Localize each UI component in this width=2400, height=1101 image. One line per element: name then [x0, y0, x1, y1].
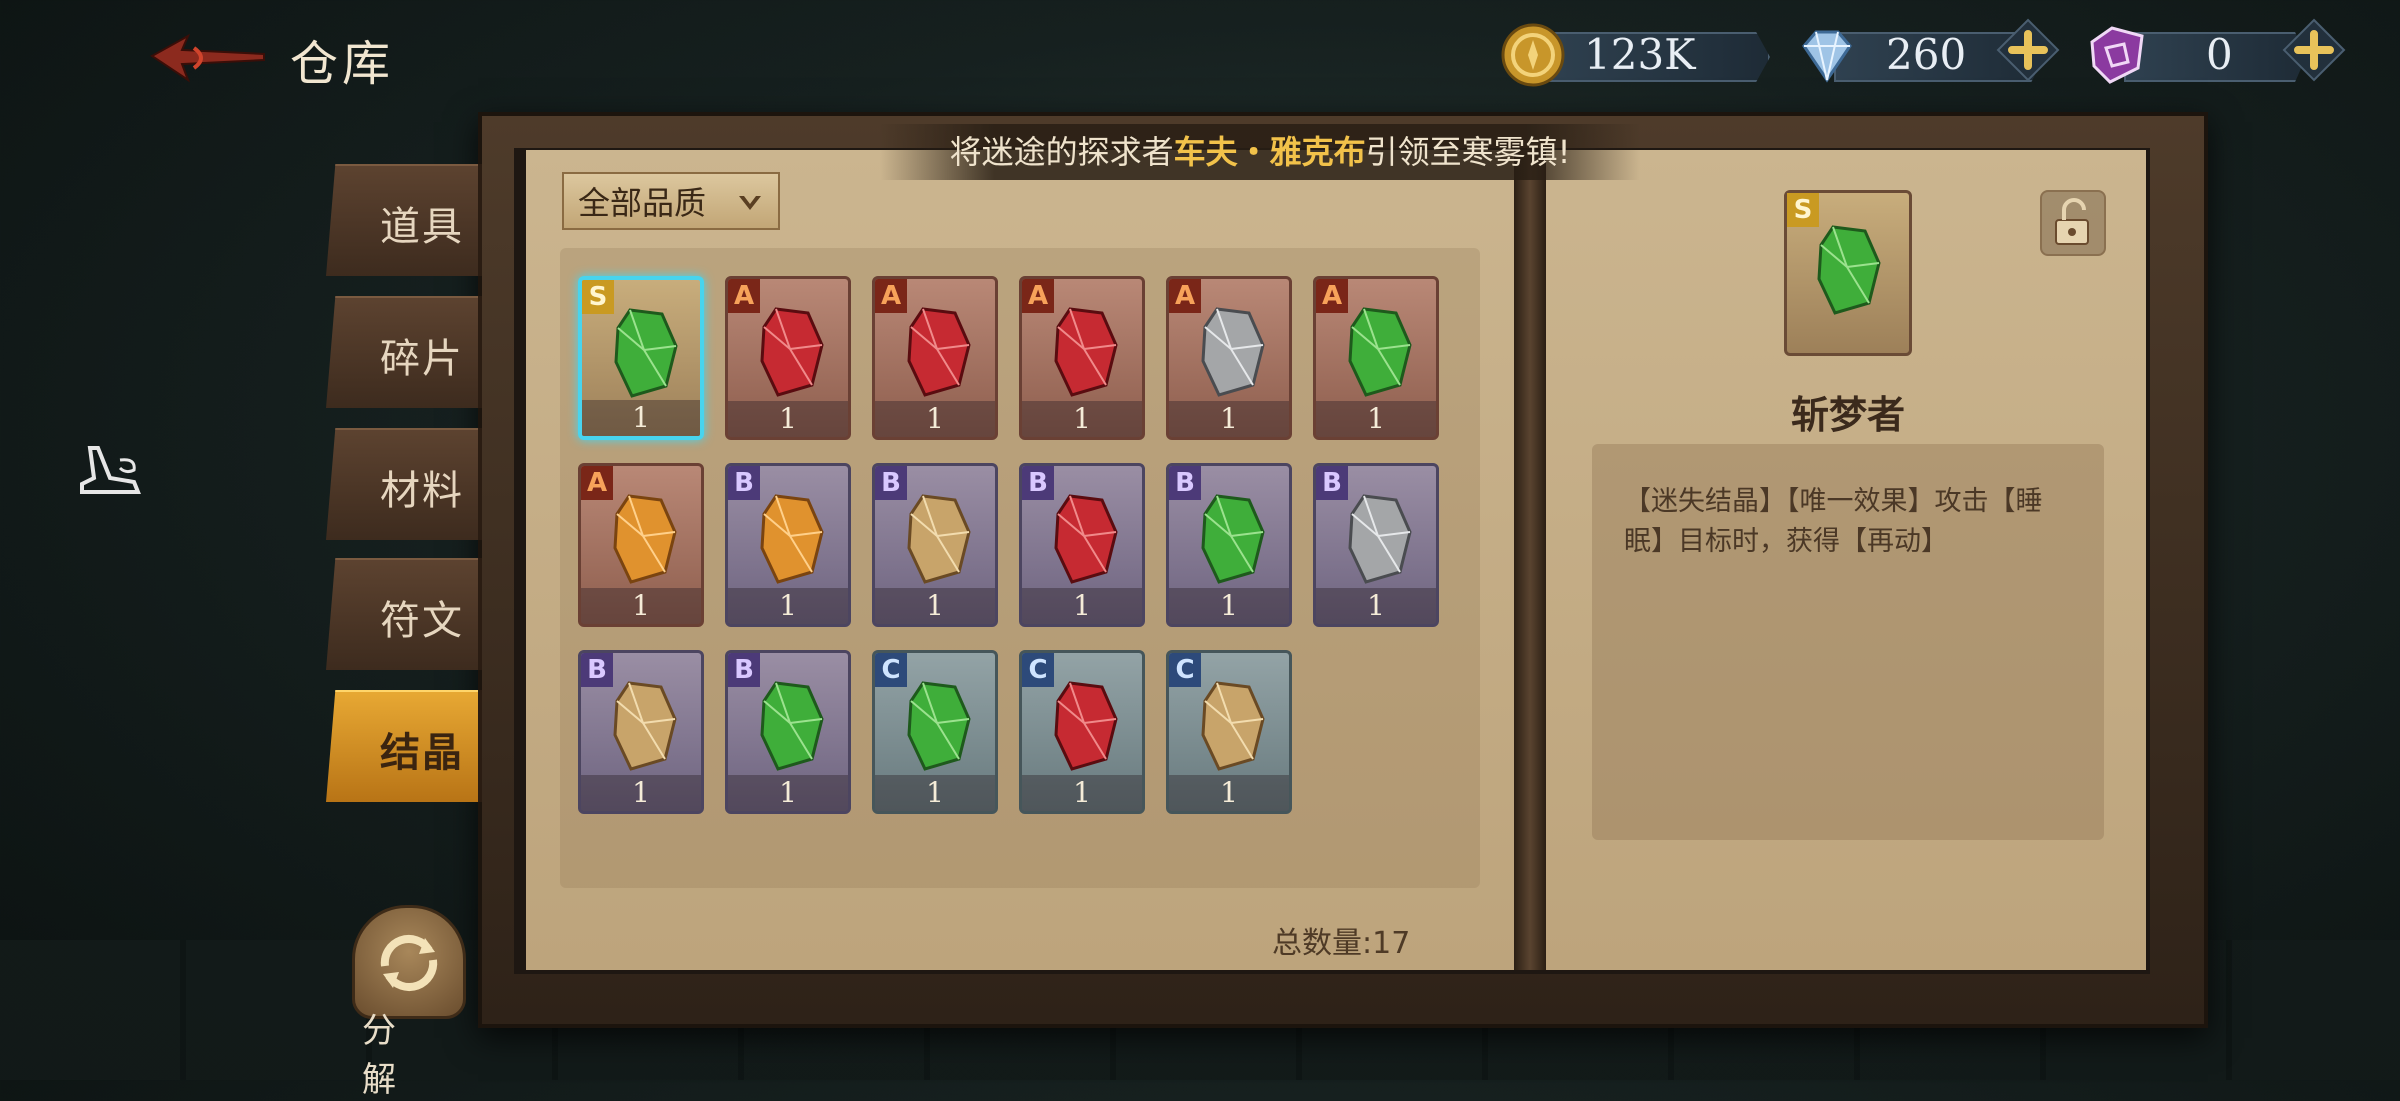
decompose-circle	[352, 905, 466, 1019]
tab-materials[interactable]: 材料	[326, 428, 482, 540]
red-crystal-icon	[1054, 307, 1118, 397]
item-count: 1	[1022, 588, 1142, 624]
crystal-card[interactable]: A1	[578, 463, 704, 627]
chevron-down-icon	[739, 196, 761, 210]
crystal-card[interactable]: B1	[725, 463, 851, 627]
tab-label: 材料	[380, 468, 464, 514]
item-count: 1	[875, 588, 995, 624]
crystal-card[interactable]: B1	[725, 650, 851, 814]
item-count: 1	[1316, 401, 1436, 437]
item-count: 1	[728, 401, 848, 437]
tab-runes[interactable]: 符文	[326, 558, 482, 670]
quality-filter-dropdown[interactable]: 全部品质	[562, 172, 780, 230]
gold-value: 123K	[1584, 30, 1696, 79]
crystal-card[interactable]: C1	[872, 650, 998, 814]
item-count: 1	[1022, 775, 1142, 811]
detail-item-card: S	[1784, 190, 1912, 356]
lock-toggle-button[interactable]	[2040, 190, 2106, 256]
green-crystal-icon	[760, 681, 824, 771]
decompose-button[interactable]: 分 解	[352, 905, 466, 1100]
banner-highlight: 车夫・雅克布	[1173, 133, 1366, 171]
item-count: 1	[581, 775, 701, 811]
green-crystal-icon	[1348, 307, 1412, 397]
back-button[interactable]	[148, 28, 268, 88]
diamond-value: 260	[1886, 30, 1967, 79]
red-crystal-icon	[907, 307, 971, 397]
tan-crystal-icon	[907, 494, 971, 584]
crystal-card[interactable]: C1	[1166, 650, 1292, 814]
currency-gold: 123K	[1500, 18, 1770, 90]
book-spine	[1514, 150, 1546, 970]
plus-icon	[2282, 18, 2346, 82]
tan-crystal-icon	[1201, 681, 1265, 771]
tab-label: 碎片	[380, 336, 464, 382]
tab-crystals[interactable]: 结晶	[326, 690, 482, 802]
crystal-card[interactable]: A1	[872, 276, 998, 440]
speed-boot-icon[interactable]	[76, 440, 144, 500]
back-arrow-icon	[150, 33, 265, 83]
tab-label: 道具	[380, 204, 464, 250]
red-crystal-icon	[760, 307, 824, 397]
item-count: 1	[875, 401, 995, 437]
crystal-card[interactable]: C1	[1019, 650, 1145, 814]
orange-crystal-icon	[613, 494, 677, 584]
item-count: 1	[1169, 588, 1289, 624]
crystal-card[interactable]: A1	[1019, 276, 1145, 440]
diamond-icon	[1802, 30, 1852, 83]
crystal-card[interactable]: B1	[1313, 463, 1439, 627]
plus-icon	[1996, 18, 2060, 82]
add-purple-button[interactable]	[2282, 18, 2346, 82]
green-crystal-icon	[614, 308, 678, 398]
green-crystal-icon	[1201, 494, 1265, 584]
item-count: 1	[581, 588, 701, 624]
item-count: 1	[728, 775, 848, 811]
item-count: 1	[582, 400, 700, 436]
decompose-label: 分 解	[362, 1011, 406, 1100]
crystal-card[interactable]: S1	[578, 276, 704, 440]
purple-gem-icon	[2090, 26, 2144, 84]
recycle-icon	[380, 934, 438, 992]
item-count: 1	[1169, 775, 1289, 811]
crystal-card[interactable]: A1	[725, 276, 851, 440]
unlock-icon	[2055, 198, 2089, 245]
green-crystal-icon	[1817, 225, 1881, 315]
tab-props[interactable]: 道具	[326, 164, 482, 276]
item-count: 1	[728, 588, 848, 624]
currency-purple: 0	[2084, 18, 2306, 90]
crystal-card[interactable]: B1	[872, 463, 998, 627]
crystal-card[interactable]: B1	[578, 650, 704, 814]
red-crystal-icon	[1054, 494, 1118, 584]
item-count: 1	[1169, 401, 1289, 437]
item-count: 1	[1022, 401, 1142, 437]
crystal-card[interactable]: A1	[1166, 276, 1292, 440]
gray-crystal-icon	[1201, 307, 1265, 397]
item-description: 【迷失结晶】【唯一效果】攻击【睡眠】目标时，获得【再动】	[1624, 486, 2043, 557]
tab-label: 符文	[380, 598, 464, 644]
purple-value: 0	[2206, 30, 2233, 79]
crystal-card[interactable]: A1	[1313, 276, 1439, 440]
page-title: 仓库	[290, 36, 395, 92]
total-count: 总数量:17	[1272, 926, 1411, 961]
red-crystal-icon	[1054, 681, 1118, 771]
crystal-card[interactable]: B1	[1019, 463, 1145, 627]
item-count: 1	[875, 775, 995, 811]
orange-crystal-icon	[760, 494, 824, 584]
banner-suffix: 引领至寒雾镇!	[1365, 133, 1571, 171]
item-name: 斩梦者	[1790, 393, 1905, 437]
tab-fragments[interactable]: 碎片	[326, 296, 482, 408]
gray-crystal-icon	[1348, 494, 1412, 584]
banner-prefix: 将迷途的探求者	[949, 133, 1174, 171]
filter-label: 全部品质	[578, 184, 707, 222]
tan-crystal-icon	[613, 681, 677, 771]
crystal-card[interactable]: B1	[1166, 463, 1292, 627]
tab-label: 结晶	[380, 730, 464, 776]
gold-coin-icon	[1501, 23, 1565, 87]
add-diamond-button[interactable]	[1996, 18, 2060, 82]
quest-banner: 将迷途的探求者车夫・雅克布引领至寒雾镇!	[880, 124, 1640, 180]
green-crystal-icon	[907, 681, 971, 771]
item-count: 1	[1316, 588, 1436, 624]
